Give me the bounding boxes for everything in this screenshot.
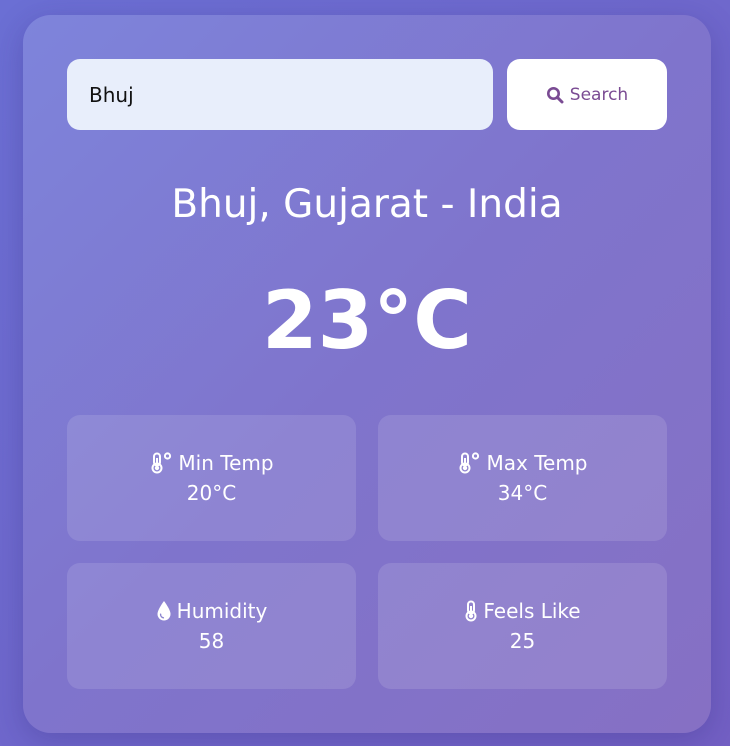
max-temp-tile: Max Temp 34°C bbox=[378, 415, 667, 541]
feels-like-value: 25 bbox=[509, 629, 536, 653]
location-title: Bhuj, Gujarat - India bbox=[171, 182, 563, 227]
feels-like-tile: Feels Like 25 bbox=[378, 563, 667, 689]
thermometer-icon bbox=[464, 600, 478, 622]
max-temp-value: 34°C bbox=[497, 481, 548, 505]
humidity-label: Humidity bbox=[176, 599, 268, 623]
min-temp-label: Min Temp bbox=[178, 451, 274, 475]
humidity-value: 58 bbox=[198, 629, 225, 653]
min-temp-tile: Min Temp 20°C bbox=[67, 415, 356, 541]
search-button[interactable]: Search bbox=[507, 59, 667, 130]
weather-card: Search Bhuj, Gujarat - India 23°C Min Te… bbox=[23, 15, 711, 733]
feels-like-label: Feels Like bbox=[483, 599, 581, 623]
max-temp-label: Max Temp bbox=[486, 451, 588, 475]
search-button-label: Search bbox=[569, 84, 629, 105]
humidity-tile: Humidity 58 bbox=[67, 563, 356, 689]
thermometer-degree-icon bbox=[149, 452, 173, 474]
thermometer-degree-icon bbox=[457, 452, 481, 474]
droplet-icon bbox=[156, 600, 172, 622]
search-icon bbox=[546, 86, 564, 104]
min-temp-value: 20°C bbox=[186, 481, 237, 505]
city-search-input[interactable] bbox=[67, 59, 493, 130]
current-temperature: 23°C bbox=[261, 274, 473, 367]
